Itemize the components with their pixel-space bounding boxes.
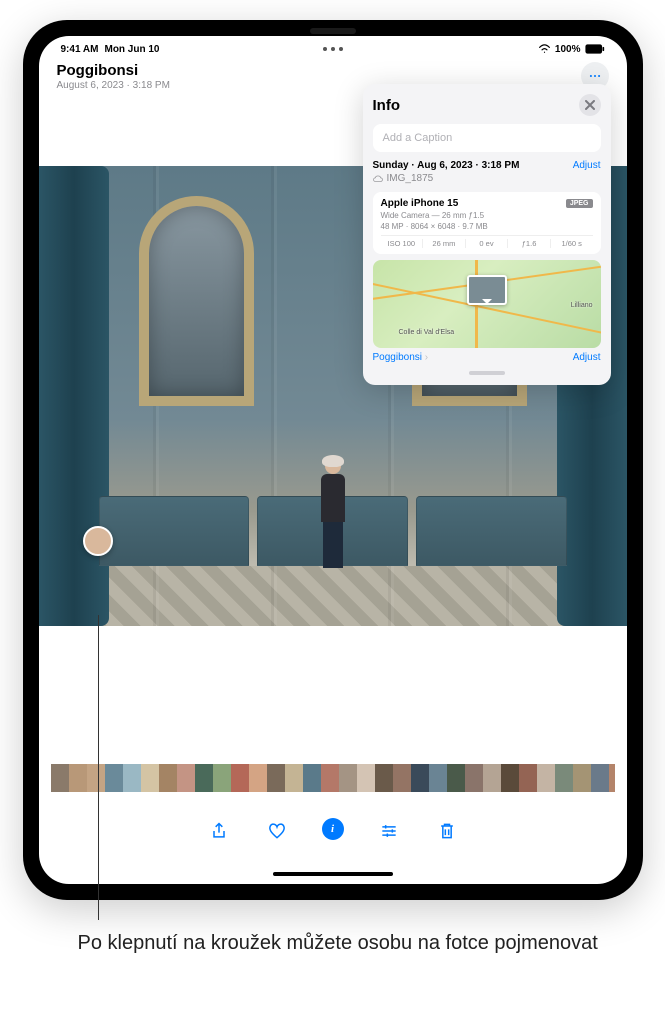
- location-map[interactable]: Colle di Val d'Elsa Lilliano: [373, 260, 601, 348]
- thumbnail[interactable]: [141, 764, 159, 792]
- home-indicator[interactable]: [273, 872, 393, 876]
- thumbnail[interactable]: [555, 764, 573, 792]
- thumbnail[interactable]: [51, 764, 69, 792]
- wifi-icon: [538, 44, 551, 54]
- thumbnail[interactable]: [195, 764, 213, 792]
- trash-icon: [437, 821, 457, 841]
- map-label: Colle di Val d'Elsa: [399, 329, 455, 336]
- thumbnail[interactable]: [267, 764, 285, 792]
- status-time: 9:41 AM: [61, 44, 99, 55]
- thumbnail[interactable]: [213, 764, 231, 792]
- info-filename: IMG_1875: [373, 173, 601, 184]
- thumbnail[interactable]: [321, 764, 339, 792]
- thumbnail[interactable]: [87, 764, 105, 792]
- status-date: Mon Jun 10: [104, 44, 159, 55]
- info-button[interactable]: i: [322, 818, 344, 840]
- thumbnail[interactable]: [285, 764, 303, 792]
- thumbnail[interactable]: [519, 764, 537, 792]
- thumbnail[interactable]: [537, 764, 555, 792]
- delete-button[interactable]: [434, 818, 460, 844]
- edit-button[interactable]: [376, 818, 402, 844]
- info-date: Sunday · Aug 6, 2023 · 3:18 PM: [373, 160, 520, 171]
- thumbnail[interactable]: [393, 764, 411, 792]
- thumbnail[interactable]: [249, 764, 267, 792]
- photo-header: Poggibonsi August 6, 2023 · 3:18 PM: [57, 62, 170, 91]
- battery-icon: [585, 44, 605, 54]
- sliders-icon: [379, 821, 399, 841]
- panel-drag-handle[interactable]: [469, 371, 505, 375]
- format-badge: JPEG: [566, 199, 593, 208]
- thumbnail[interactable]: [591, 764, 609, 792]
- thumbnail[interactable]: [429, 764, 447, 792]
- map-photo-pin: [467, 275, 507, 305]
- close-icon: [585, 100, 595, 110]
- status-bar: 9:41 AM Mon Jun 10 100%: [39, 36, 627, 58]
- thumbnail[interactable]: [159, 764, 177, 792]
- location-title: Poggibonsi: [57, 62, 170, 79]
- thumbnail[interactable]: [483, 764, 501, 792]
- share-button[interactable]: [206, 818, 232, 844]
- thumbnail[interactable]: [411, 764, 429, 792]
- thumbnail[interactable]: [303, 764, 321, 792]
- thumbnail[interactable]: [573, 764, 591, 792]
- thumbnail[interactable]: [339, 764, 357, 792]
- info-panel: Info Add a Caption Sunday · Aug 6, 2023 …: [363, 84, 611, 385]
- callout-text: Po klepnutí na kroužek můžete osobu na f…: [23, 930, 643, 957]
- thumbnail[interactable]: [609, 764, 615, 792]
- thumbnail[interactable]: [465, 764, 483, 792]
- thumbnail[interactable]: [231, 764, 249, 792]
- camera-specs: ISO 100 26 mm 0 ev ƒ1.6 1/60 s: [381, 235, 593, 248]
- thumbnail[interactable]: [105, 764, 123, 792]
- camera-lens: Wide Camera — 26 mm ƒ1.5: [381, 211, 593, 220]
- location-link[interactable]: Poggibonsi: [373, 352, 429, 363]
- camera-resolution: 48 MP · 8064 × 6048 · 9.7 MB: [381, 222, 593, 231]
- thumbnail[interactable]: [123, 764, 141, 792]
- date-subtitle: August 6, 2023 · 3:18 PM: [57, 80, 170, 91]
- share-icon: [209, 821, 229, 841]
- thumbnail[interactable]: [357, 764, 375, 792]
- caption-input[interactable]: Add a Caption: [373, 124, 601, 152]
- thumbnail[interactable]: [177, 764, 195, 792]
- favorite-button[interactable]: [264, 818, 290, 844]
- thumbnail[interactable]: [375, 764, 393, 792]
- multitask-dots-icon[interactable]: [323, 47, 343, 51]
- camera-device: Apple iPhone 15: [381, 198, 459, 209]
- thumbnail-strip[interactable]: [51, 764, 615, 792]
- map-label: Lilliano: [571, 302, 593, 309]
- adjust-location-button[interactable]: Adjust: [573, 352, 601, 363]
- thumbnail[interactable]: [69, 764, 87, 792]
- callout-line: [98, 615, 99, 920]
- info-panel-title: Info: [373, 97, 401, 114]
- thumbnail[interactable]: [501, 764, 519, 792]
- thumbnail[interactable]: [447, 764, 465, 792]
- close-button[interactable]: [579, 94, 601, 116]
- adjust-date-button[interactable]: Adjust: [573, 160, 601, 171]
- camera-info-box: Apple iPhone 15 JPEG Wide Camera — 26 mm…: [373, 192, 601, 254]
- person-face-circle[interactable]: [83, 526, 113, 556]
- cloud-icon: [373, 174, 383, 184]
- bottom-toolbar: i: [39, 818, 627, 844]
- heart-icon: [267, 821, 287, 841]
- battery-percent: 100%: [555, 44, 581, 55]
